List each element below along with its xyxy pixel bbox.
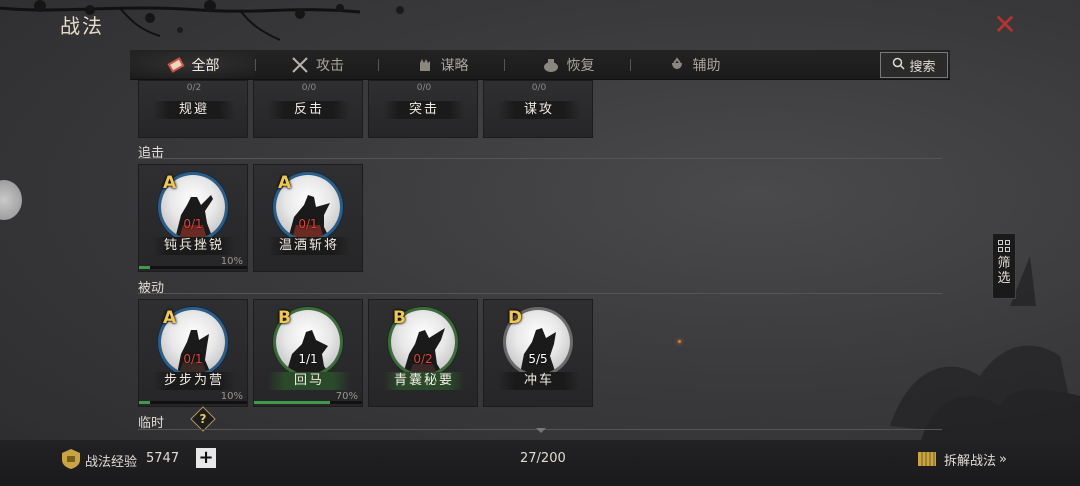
copy-count: 0/1	[298, 217, 318, 231]
search-button[interactable]: 搜索	[880, 52, 948, 78]
scroll-icon	[166, 55, 186, 75]
dismantle-tactics-button[interactable]: 拆解战法 »	[916, 448, 1007, 470]
progress-bar	[139, 266, 247, 269]
tactic-card[interactable]: A 0/1 温酒斩将	[253, 164, 363, 272]
tactic-card[interactable]: A 0/1 步步为营 10%	[138, 299, 248, 407]
bamboo-scroll-icon	[918, 452, 936, 466]
tactic-name: 冲车	[498, 372, 580, 390]
tactic-name: 谋攻	[498, 101, 580, 119]
chevron-right-icon: »	[999, 451, 1007, 467]
tactic-exp-value: 5747	[146, 451, 180, 466]
copy-count: 5/5	[528, 352, 548, 366]
tab-attack-label: 攻击	[316, 57, 344, 74]
fist-shield-icon	[62, 449, 80, 469]
page-title: 战法	[60, 14, 104, 38]
card-count-stub: 0/2	[186, 83, 202, 93]
tactic-card-partial[interactable]: 0/0 突击	[368, 80, 478, 138]
card-count-stub: 0/0	[416, 83, 432, 93]
tab-all[interactable]: 全部	[130, 50, 255, 80]
add-exp-button[interactable]: +	[196, 448, 216, 468]
magnifier-icon	[892, 57, 906, 74]
side-collapse-handle[interactable]	[0, 180, 22, 220]
tactic-name: 规避	[153, 101, 235, 119]
grade-badge: B	[393, 308, 406, 328]
progress-fill	[139, 266, 150, 269]
filter-grid-icon	[998, 240, 1010, 252]
section-divider	[138, 158, 942, 159]
tactic-exp-label: 战法经验	[85, 455, 138, 470]
tactic-name: 反击	[268, 101, 350, 119]
crossed-swords-icon	[290, 55, 310, 75]
grade-badge: A	[163, 173, 177, 193]
tab-support[interactable]: 辅助	[631, 50, 756, 80]
scroll-down-indicator	[536, 428, 546, 434]
dismantle-label: 拆解战法	[944, 453, 997, 469]
tactic-card-partial[interactable]: 0/2 规避	[138, 80, 248, 138]
tab-recovery-label: 恢复	[566, 57, 595, 74]
grade-badge: B	[278, 308, 291, 328]
tactic-card[interactable]: B 1/1 回马 70%	[253, 299, 363, 407]
card-count-stub: 0/0	[531, 83, 547, 93]
copy-count: 1/1	[298, 352, 318, 366]
tactic-name: 温酒斩将	[268, 237, 350, 255]
section-divider	[138, 293, 942, 294]
card-count-stub: 0/0	[301, 83, 317, 93]
pouch-icon	[667, 55, 687, 75]
grade-badge: A	[163, 308, 177, 328]
tactic-name: 钝兵挫锐	[153, 237, 235, 255]
tactic-card[interactable]: D 5/5 冲车	[483, 299, 593, 407]
progress-bar	[254, 401, 362, 404]
bottom-bar: 战法经验 5747 + 27/200 拆解战法 »	[0, 440, 1080, 486]
help-icon[interactable]: ?	[190, 406, 216, 432]
tactic-list[interactable]: 0/2 规避 0/0 反击 0/0 突击 0/0 谋攻 追击 A 0/1 钝兵挫…	[130, 80, 950, 435]
tactic-name: 回马	[268, 372, 350, 390]
grade-badge: D	[508, 308, 523, 328]
tactic-count: 27/200	[520, 451, 566, 466]
tactic-name: 步步为营	[153, 372, 235, 390]
close-button[interactable]: ✕	[990, 10, 1020, 40]
progress-fill	[139, 401, 150, 404]
filter-button[interactable]: 筛选	[992, 233, 1016, 299]
tab-all-label: 全部	[191, 57, 220, 74]
tab-strategy-label: 谋略	[440, 57, 469, 74]
hand-icon	[415, 55, 435, 75]
tactic-card-partial[interactable]: 0/0 反击	[253, 80, 363, 138]
copy-count: 0/2	[413, 352, 433, 366]
tab-attack[interactable]: 攻击	[256, 50, 378, 80]
tab-support-label: 辅助	[692, 57, 721, 74]
progress-fill	[254, 401, 330, 404]
tactic-card-partial[interactable]: 0/0 谋攻	[483, 80, 593, 138]
filter-label: 筛选	[997, 256, 1011, 286]
tab-recovery[interactable]: 恢复	[505, 50, 630, 80]
tactic-card[interactable]: A 0/1 钝兵挫锐 10%	[138, 164, 248, 272]
tab-strategy[interactable]: 谋略	[379, 50, 504, 80]
pot-icon	[541, 55, 561, 75]
copy-count: 0/1	[183, 352, 203, 366]
copy-count: 0/1	[183, 217, 203, 231]
tactic-name: 青囊秘要	[383, 372, 465, 390]
tactic-name: 突击	[383, 101, 465, 119]
category-tabbar: 全部 攻击 谋略 恢复 辅助	[130, 50, 950, 80]
search-label: 搜索	[909, 59, 936, 75]
tactic-card[interactable]: B 0/2 青囊秘要	[368, 299, 478, 407]
progress-bar	[139, 401, 247, 404]
grade-badge: A	[278, 173, 292, 193]
